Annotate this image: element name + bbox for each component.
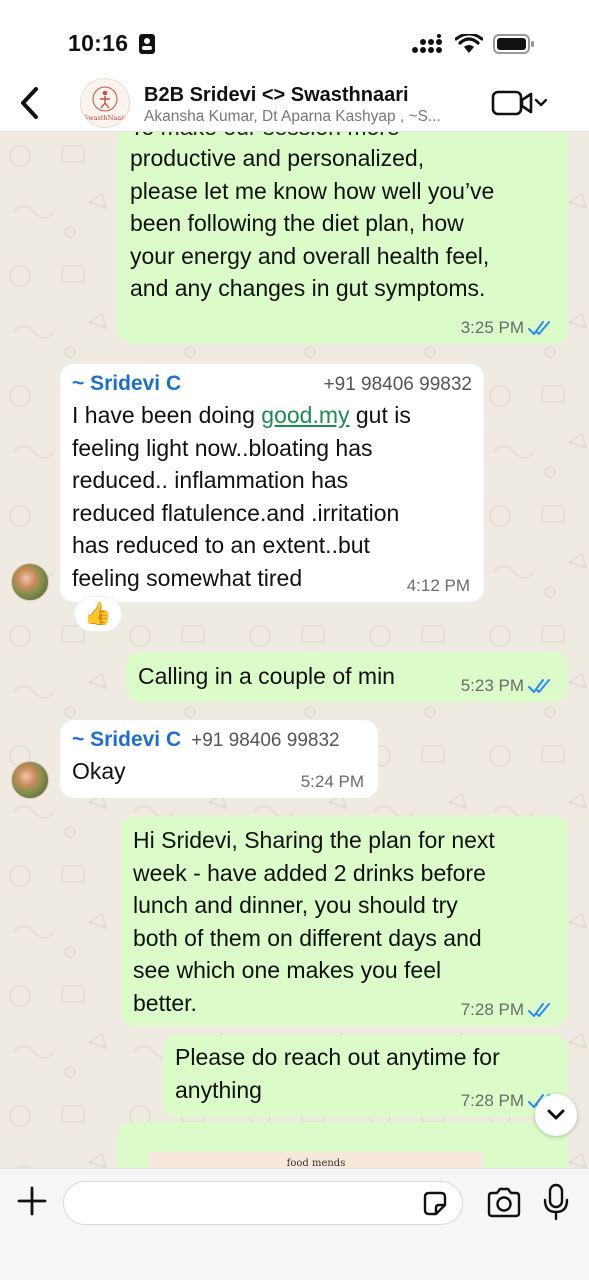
sender-phone[interactable]: +91 98406 99832 bbox=[191, 727, 339, 755]
message-time: 4:12 PM bbox=[406, 576, 470, 595]
message-meta: 5:24 PM bbox=[301, 772, 364, 792]
sticker-icon bbox=[423, 1191, 447, 1216]
reaction-badge[interactable]: 👍 bbox=[74, 596, 122, 632]
sender-avatar[interactable] bbox=[11, 761, 49, 799]
message-input[interactable] bbox=[63, 1181, 463, 1225]
attach-button[interactable] bbox=[14, 1183, 50, 1219]
sticker-button[interactable] bbox=[420, 1189, 450, 1219]
message-time: 7:28 PM bbox=[460, 1000, 524, 1019]
message-bubble-outgoing[interactable]: Hi Sridevi, Sharing the plan for next we… bbox=[121, 816, 568, 1026]
lotus-logo-icon bbox=[92, 86, 118, 111]
chat-header: SwasthNaari B2B Sridevi <> Swasthnaari A… bbox=[0, 74, 589, 132]
chat-area[interactable]: To make our session more productive and … bbox=[0, 132, 589, 1168]
avatar-brand-text: SwasthNaari bbox=[83, 113, 127, 122]
sender-row: ~ Sridevi C +91 98406 99832 bbox=[72, 364, 472, 399]
video-call-icon bbox=[491, 90, 548, 116]
sender-name[interactable]: ~ Sridevi C bbox=[72, 370, 181, 398]
message-bubble-outgoing[interactable]: Calling in a couple of min 5:23 PM bbox=[126, 652, 568, 702]
message-time: 5:23 PM bbox=[460, 676, 524, 695]
document-preview-page: food mends bbox=[148, 1152, 484, 1168]
status-bar: 10:16 bbox=[0, 0, 589, 80]
home-indicator-area bbox=[0, 1232, 589, 1280]
chat-participants[interactable]: Akansha Kumar, Dt Aparna Kashyap , ~S... bbox=[144, 108, 441, 126]
message-time: 7:28 PM bbox=[460, 1091, 524, 1110]
scroll-to-bottom-button[interactable] bbox=[535, 1094, 577, 1136]
battery-icon bbox=[493, 33, 535, 60]
microphone-button[interactable] bbox=[542, 1183, 570, 1221]
camera-icon bbox=[487, 1187, 521, 1218]
message-text-clipped: To make our session more bbox=[130, 132, 556, 142]
back-chevron-icon bbox=[21, 87, 38, 119]
message-bubble-outgoing[interactable]: Please do reach out anytime for anything… bbox=[163, 1035, 568, 1117]
chat-title[interactable]: B2B Sridevi <> Swasthnaari bbox=[144, 84, 409, 107]
message-text: productive and personalized, please let … bbox=[130, 145, 495, 301]
message-bubble-incoming[interactable]: ~ Sridevi C +91 98406 99832 Okay 5:24 PM bbox=[60, 720, 378, 798]
message-meta: 7:28 PM bbox=[461, 1000, 554, 1020]
read-ticks-icon bbox=[528, 321, 550, 335]
read-ticks-icon bbox=[528, 1003, 550, 1017]
camera-button[interactable] bbox=[486, 1187, 522, 1219]
status-icons bbox=[411, 32, 535, 60]
message-text: Hi Sridevi, Sharing the plan for next we… bbox=[133, 827, 495, 1016]
message-meta: 3:25 PM bbox=[461, 318, 554, 338]
message-text-start: I have been doing bbox=[72, 402, 262, 428]
message-meta: 4:12 PM bbox=[407, 576, 470, 596]
document-preview-bubble[interactable]: food mends bbox=[118, 1122, 568, 1168]
message-meta: 5:23 PM bbox=[461, 676, 554, 696]
microphone-icon bbox=[543, 1183, 569, 1221]
read-ticks-icon bbox=[528, 679, 550, 693]
chevron-down-icon bbox=[547, 1109, 565, 1120]
wifi-icon bbox=[454, 32, 484, 59]
message-bubble-outgoing[interactable]: To make our session more productive and … bbox=[118, 132, 568, 344]
group-avatar[interactable]: SwasthNaari bbox=[80, 78, 130, 128]
video-call-button[interactable] bbox=[491, 88, 549, 118]
id-card-icon bbox=[138, 33, 156, 60]
cellular-signal-icon bbox=[411, 34, 445, 59]
message-text: I have been doing good.my gut is feeling… bbox=[72, 399, 472, 594]
sender-row: ~ Sridevi C +91 98406 99832 bbox=[72, 720, 366, 755]
back-button[interactable] bbox=[12, 80, 46, 126]
sender-avatar[interactable] bbox=[11, 563, 49, 601]
message-bubble-incoming[interactable]: ~ Sridevi C +91 98406 99832 I have been … bbox=[60, 364, 484, 602]
message-time: 5:24 PM bbox=[300, 772, 364, 791]
message-text-rest: gut is feeling light now..bloating has r… bbox=[72, 402, 411, 591]
message-link[interactable]: good.my bbox=[261, 402, 349, 428]
plus-icon bbox=[17, 1186, 47, 1216]
message-time: 3:25 PM bbox=[460, 318, 524, 337]
sender-name[interactable]: ~ Sridevi C bbox=[72, 726, 181, 754]
sender-phone[interactable]: +91 98406 99832 bbox=[324, 371, 472, 399]
status-time: 10:16 bbox=[68, 30, 129, 56]
